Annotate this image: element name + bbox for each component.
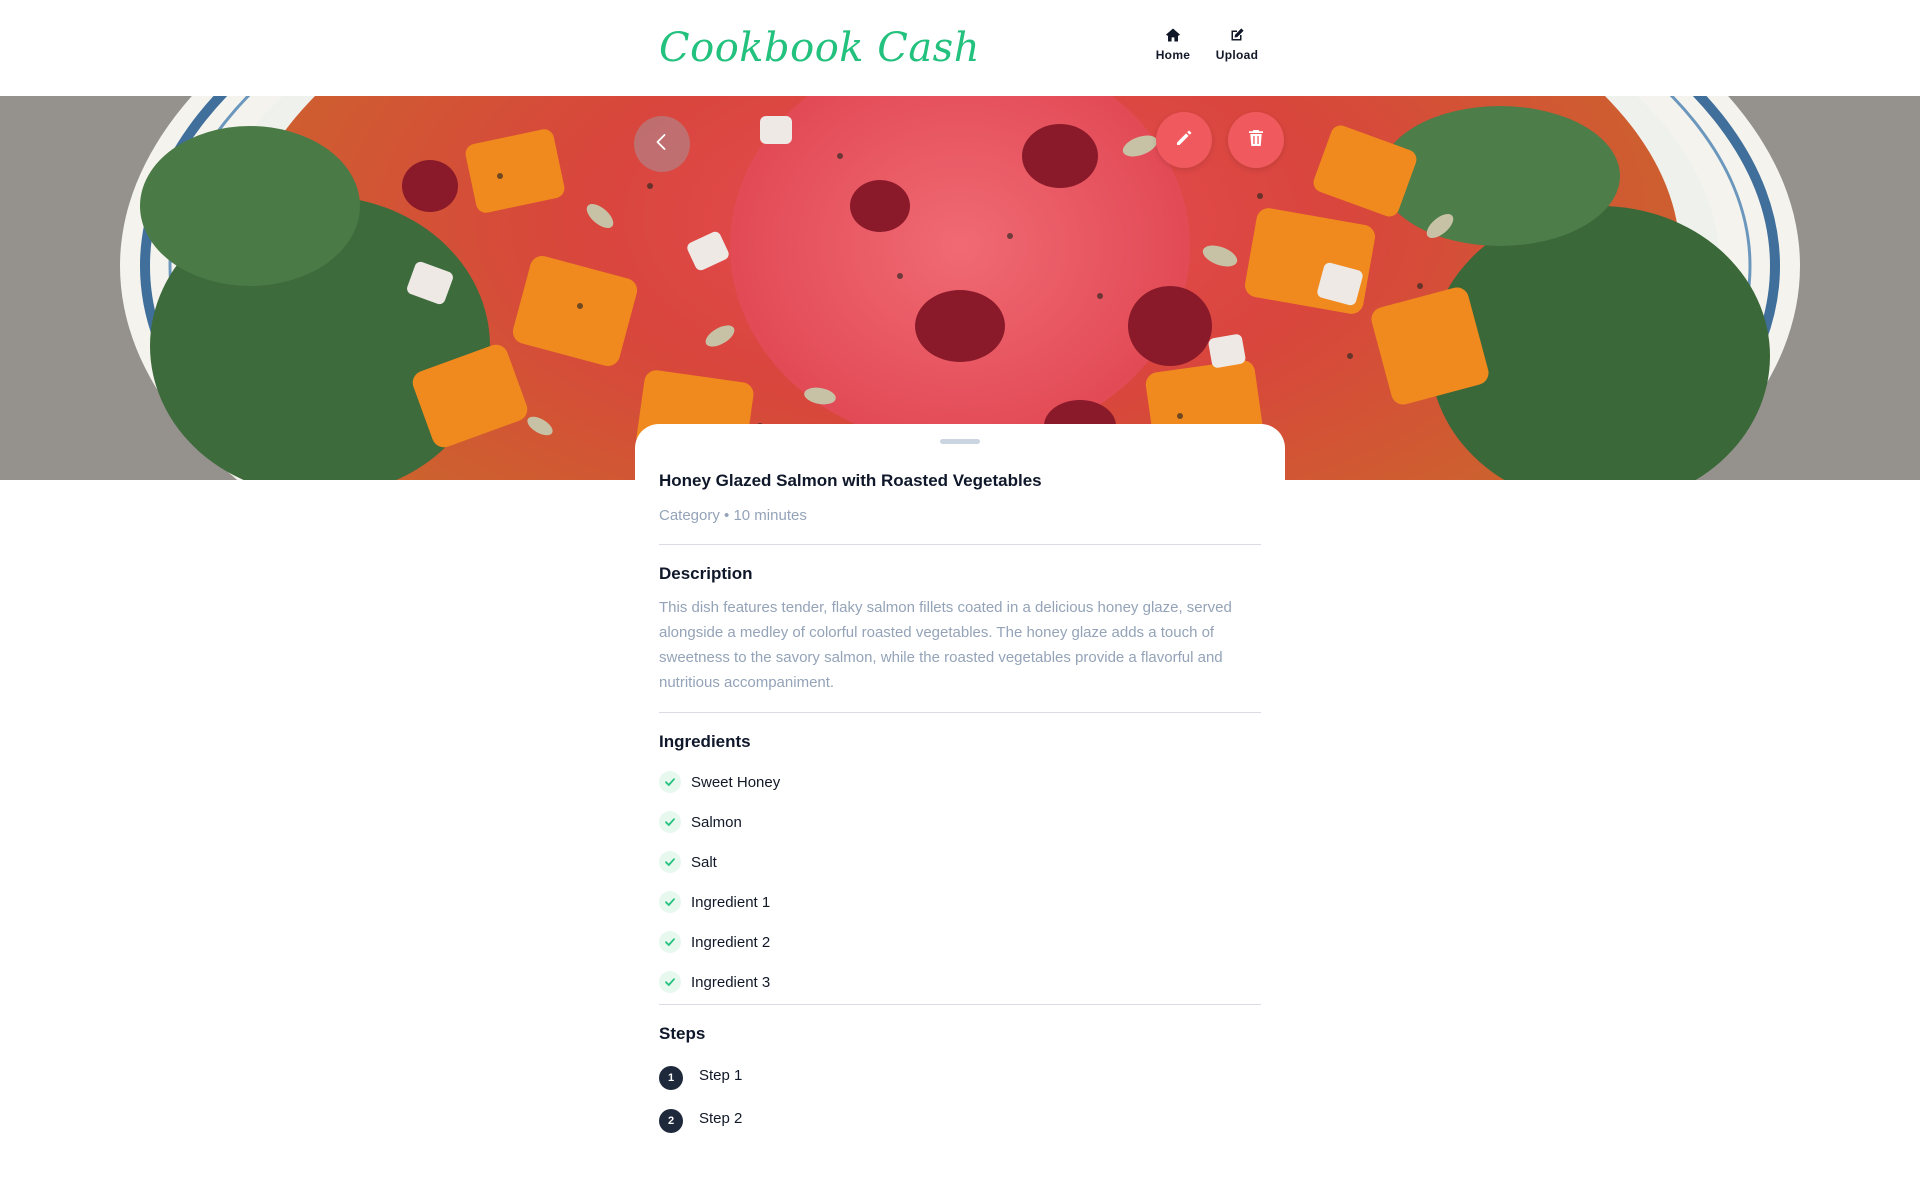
divider xyxy=(659,1004,1261,1005)
nav-upload-label: Upload xyxy=(1215,48,1259,62)
ingredient-label: Ingredient 2 xyxy=(691,933,771,951)
list-item: Salmon xyxy=(659,802,780,842)
list-item: Ingredient 1 xyxy=(659,882,780,922)
back-button[interactable] xyxy=(634,116,690,172)
recipe-meta: Category • 10 minutes xyxy=(659,507,807,524)
recipe-photo xyxy=(0,96,1920,480)
ingredient-label: Salmon xyxy=(691,813,742,831)
divider xyxy=(659,544,1261,545)
check-icon xyxy=(659,931,681,953)
ingredient-label: Ingredient 1 xyxy=(691,893,771,911)
divider xyxy=(659,712,1261,713)
check-icon xyxy=(659,891,681,913)
brand-logo[interactable]: Cookbook Cash xyxy=(659,20,980,76)
check-icon xyxy=(659,811,681,833)
nav-home-label: Home xyxy=(1155,48,1191,62)
ingredient-label: Salt xyxy=(691,853,717,871)
main-nav: Home Upload xyxy=(1152,27,1262,62)
step-text: Step 1 xyxy=(699,1067,743,1084)
description-heading: Description xyxy=(659,564,753,583)
step-number-badge: 2 xyxy=(659,1108,683,1133)
check-icon xyxy=(659,851,681,873)
edit-square-icon xyxy=(1229,27,1245,43)
trash-icon xyxy=(1245,127,1267,154)
list-item: Ingredient 2 xyxy=(659,922,780,962)
check-icon xyxy=(659,771,681,793)
description-text: This dish features tender, flaky salmon … xyxy=(659,599,1232,691)
steps-heading: Steps xyxy=(659,1024,706,1043)
top-bar: Cookbook Cash Home Upload xyxy=(0,0,1920,96)
recipe-hero-image xyxy=(0,96,1920,480)
recipe-card: Honey Glazed Salmon with Roasted Vegetab… xyxy=(635,424,1285,1187)
ingredient-label: Sweet Honey xyxy=(691,773,781,791)
ingredient-label: Ingredient 3 xyxy=(691,973,771,991)
sheet-handle[interactable] xyxy=(940,439,980,444)
check-icon xyxy=(659,971,681,993)
recipe-title: Honey Glazed Salmon with Roasted Vegetab… xyxy=(659,471,1042,490)
pencil-icon xyxy=(1173,127,1195,154)
steps-list: 1 Step 1 2 Step 2 xyxy=(659,1054,742,1140)
ingredients-list: Sweet Honey Salmon Salt Ingredient 1 Ing… xyxy=(659,762,780,1002)
list-item: Ingredient 3 xyxy=(659,962,780,1002)
ingredients-heading: Ingredients xyxy=(659,732,751,751)
list-item: 2 Step 2 xyxy=(659,1097,742,1140)
list-item: Sweet Honey xyxy=(659,762,780,802)
nav-home[interactable]: Home xyxy=(1152,27,1194,62)
list-item: 1 Step 1 xyxy=(659,1054,742,1097)
list-item: Salt xyxy=(659,842,780,882)
delete-recipe-button[interactable] xyxy=(1228,112,1284,168)
home-icon xyxy=(1165,27,1181,43)
nav-upload[interactable]: Upload xyxy=(1212,27,1262,62)
step-number-badge: 1 xyxy=(659,1065,683,1090)
step-text: Step 2 xyxy=(699,1110,743,1127)
chevron-left-icon xyxy=(651,131,673,158)
edit-recipe-button[interactable] xyxy=(1156,112,1212,168)
